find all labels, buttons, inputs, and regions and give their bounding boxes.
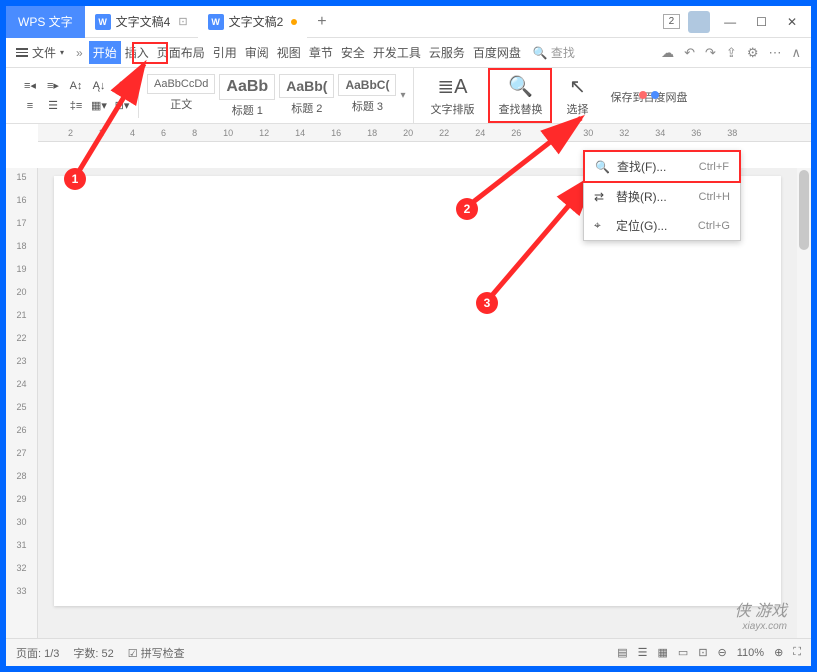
hamburger-icon xyxy=(16,48,28,57)
tab-label: 文字文稿4 xyxy=(116,13,171,30)
goto-icon: ⌖ xyxy=(594,218,610,233)
tab-doc2[interactable]: W 文字文稿2 xyxy=(198,6,308,38)
menu-sections[interactable]: 章节 xyxy=(305,41,337,64)
char-scale-icon[interactable]: A↕ xyxy=(66,76,86,96)
zoom-fit-icon[interactable]: ⊡ xyxy=(698,646,707,659)
notification-count[interactable]: 2 xyxy=(663,14,681,29)
search-icon: 🔍 xyxy=(533,46,548,60)
avatar[interactable] xyxy=(688,11,710,33)
statusbar: 页面: 1/3 字数: 52 ☑ 拼写检查 ▤ ☰ ▦ ▭ ⊡ ⊖ 110% ⊕… xyxy=(6,638,811,666)
text-layout-icon: ≣A xyxy=(437,74,467,99)
menu-security[interactable]: 安全 xyxy=(337,41,369,64)
styles-group: AaBbCcDd 正文 AaBb 标题 1 AaBb( 标题 2 AaBbC( … xyxy=(138,74,405,118)
modified-dot-icon xyxy=(291,19,297,25)
find-replace-button[interactable]: 🔍 查找替换 xyxy=(488,68,552,123)
view-outline-icon[interactable]: ☰ xyxy=(638,646,648,659)
more-icon[interactable]: ⋯ xyxy=(768,45,781,61)
dropdown-replace[interactable]: ⇄ 替换(R)... Ctrl+H xyxy=(584,182,740,211)
menu-review[interactable]: 审阅 xyxy=(241,41,273,64)
tab-doc4[interactable]: W 文字文稿4 ⊡ xyxy=(85,6,198,38)
horizontal-ruler[interactable]: 22468101214161820222426283032343638 xyxy=(38,124,811,142)
menu-baidu-disk[interactable]: 百度网盘 xyxy=(469,41,525,64)
share-icon[interactable]: ⇪ xyxy=(726,45,737,61)
maximize-button[interactable]: ☐ xyxy=(750,11,773,33)
find-replace-dropdown: 🔍 查找(F)... Ctrl+F ⇄ 替换(R)... Ctrl+H ⌖ 定位… xyxy=(583,150,741,241)
save-cloud-button[interactable]: 保存到百度网盘 xyxy=(602,68,695,123)
cursor-icon: ↖ xyxy=(569,74,586,99)
menubar: 文件 ▾ » 开始 插入 页面布局 引用 审阅 视图 章节 安全 开发工具 云服… xyxy=(6,38,811,68)
paragraph-group: ≡◂ ≡▸ A↕ Ą↓ ¶ ≡ ☰ ‡≡ ▦▾ ⊞▾ xyxy=(14,76,138,116)
menu-page-layout[interactable]: 页面布局 xyxy=(153,41,209,64)
align-left-icon[interactable]: ≡ xyxy=(20,96,40,116)
new-tab-button[interactable]: + xyxy=(307,13,336,31)
view-read-icon[interactable]: ▭ xyxy=(678,646,688,659)
spell-check-toggle[interactable]: ☑ 拼写检查 xyxy=(128,645,185,661)
menu-view[interactable]: 视图 xyxy=(273,41,305,64)
undo-icon[interactable]: ↶ xyxy=(684,45,695,61)
magnifier-icon: 🔍 xyxy=(508,74,533,99)
style-heading2[interactable]: AaBb( 标题 2 xyxy=(279,74,334,118)
cloud-sync-icon[interactable]: ☁ xyxy=(661,45,674,61)
dropdown-goto[interactable]: ⌖ 定位(G)... Ctrl+G xyxy=(584,211,740,240)
shading-icon[interactable]: ▦▾ xyxy=(89,96,109,116)
doc-icon: W xyxy=(95,14,111,30)
borders-icon[interactable]: ⊞▾ xyxy=(112,96,132,116)
word-count[interactable]: 字数: 52 xyxy=(73,645,113,661)
styles-more-icon[interactable]: ▾ xyxy=(400,90,405,101)
file-label: 文件 xyxy=(32,44,56,61)
tab-label: 文字文稿2 xyxy=(229,13,284,30)
search-icon: 🔍 xyxy=(595,160,611,174)
file-menu[interactable]: 文件 ▾ xyxy=(16,44,64,61)
settings-icon[interactable]: ⚙ xyxy=(747,45,759,61)
vertical-scrollbar[interactable] xyxy=(797,168,811,638)
watermark: 侠 游戏 xiayx.com xyxy=(735,597,787,632)
ribbon: ≡◂ ≡▸ A↕ Ą↓ ¶ ≡ ☰ ‡≡ ▦▾ ⊞▾ AaBbCcDd 正文 A… xyxy=(6,68,811,124)
app-window: WPS 文字 W 文字文稿4 ⊡ W 文字文稿2 + 2 — ☐ ✕ 文件 ▾ … xyxy=(6,6,811,666)
select-button[interactable]: ↖ 选择 xyxy=(558,68,596,123)
menu-dev-tools[interactable]: 开发工具 xyxy=(369,41,425,64)
indent-right-icon[interactable]: ≡▸ xyxy=(43,76,63,96)
menu-insert[interactable]: 插入 xyxy=(121,41,153,64)
align-dist-icon[interactable]: ☰ xyxy=(43,96,63,116)
style-heading3[interactable]: AaBbC( 标题 3 xyxy=(338,74,396,118)
app-name: WPS 文字 xyxy=(6,6,85,38)
redo-icon[interactable]: ↷ xyxy=(705,45,716,61)
view-print-icon[interactable]: ▤ xyxy=(617,646,627,659)
view-web-icon[interactable]: ▦ xyxy=(658,646,668,659)
nav-arrows-icon[interactable]: » xyxy=(76,46,83,60)
close-button[interactable]: ✕ xyxy=(781,11,803,33)
minimize-button[interactable]: — xyxy=(718,11,742,33)
replace-icon: ⇄ xyxy=(594,190,610,204)
zoom-out-button[interactable]: ⊖ xyxy=(718,646,727,659)
page-indicator[interactable]: 页面: 1/3 xyxy=(16,645,59,661)
indent-left-icon[interactable]: ≡◂ xyxy=(20,76,40,96)
titlebar: WPS 文字 W 文字文稿4 ⊡ W 文字文稿2 + 2 — ☐ ✕ xyxy=(6,6,811,38)
style-heading1[interactable]: AaBb 标题 1 xyxy=(219,74,275,118)
show-marks-icon[interactable]: ¶ xyxy=(112,76,132,96)
fullscreen-icon[interactable]: ⛶ xyxy=(793,646,801,659)
line-spacing-icon[interactable]: ‡≡ xyxy=(66,96,86,116)
zoom-in-button[interactable]: ⊕ xyxy=(774,646,783,659)
text-layout-button[interactable]: ≣A 文字排版 xyxy=(422,68,482,123)
vertical-ruler[interactable]: 15161718192021222324252627282930313233 xyxy=(6,168,38,638)
tab-close-icon[interactable]: ⊡ xyxy=(178,15,187,28)
menu-home[interactable]: 开始 xyxy=(89,41,121,64)
zoom-level[interactable]: 110% xyxy=(737,647,764,659)
menu-cloud[interactable]: 云服务 xyxy=(425,41,469,64)
doc-icon: W xyxy=(208,14,224,30)
menu-references[interactable]: 引用 xyxy=(209,41,241,64)
quick-search[interactable]: 🔍 查找 xyxy=(533,44,575,61)
sort-icon[interactable]: Ą↓ xyxy=(89,76,109,96)
scroll-thumb[interactable] xyxy=(799,170,809,250)
dropdown-find[interactable]: 🔍 查找(F)... Ctrl+F xyxy=(583,150,741,183)
collapse-icon[interactable]: ∧ xyxy=(791,45,801,61)
style-normal[interactable]: AaBbCcDd 正文 xyxy=(147,74,215,118)
